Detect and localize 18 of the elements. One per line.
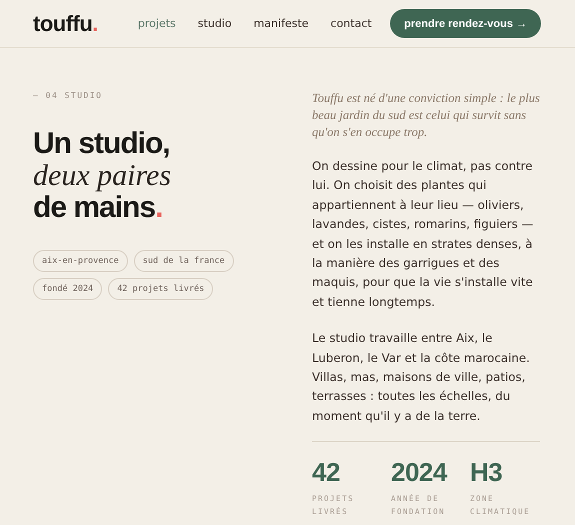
tag: fondé 2024 [33, 278, 102, 300]
stat-value: 2024 [391, 458, 448, 486]
appointment-button[interactable]: prendre rendez-vous → [390, 9, 541, 38]
nav-link[interactable]: contact [330, 17, 372, 30]
nav-link[interactable]: manifeste [254, 17, 309, 30]
body-paragraph: Le studio travaille entre Aix, le Luberon, le Var et la côte marocaine. Villas, mas, maisons de ville, patios, terrasses : toutes les échelles, du moment qu'il y a de la terre. [312, 330, 531, 425]
logo[interactable]: touffu. [33, 10, 98, 36]
section-label: — 04 STUDIO [33, 91, 104, 100]
tag: 42 projets livrés [108, 278, 214, 300]
tag: aix-en-provence [33, 250, 128, 272]
nav-link[interactable]: projets [138, 17, 176, 30]
tag: sud de la france [134, 250, 234, 272]
intro-quote: Touffu est né d'une conviction simple : le plus beau jardin du sud est celui qui survit sans qu'on s'en occupe trop. [312, 90, 540, 141]
stat-value: H3 [470, 458, 504, 486]
headline: Un studio, deux paires de mains. [33, 128, 172, 224]
body-paragraph: On dessine pour le climat, pas contre lui. On choisit des plantes qui appartiennent à leur lieu — oliviers, lavandes, cistes, romarins, figuiers — et on les installe en strates denses, à la manière des garrigues et des maquis, pour que la vie s'installe vite et tienne longtemps. [312, 158, 534, 311]
stat-value: 42 [312, 458, 341, 486]
nav-link[interactable]: studio [198, 17, 232, 30]
